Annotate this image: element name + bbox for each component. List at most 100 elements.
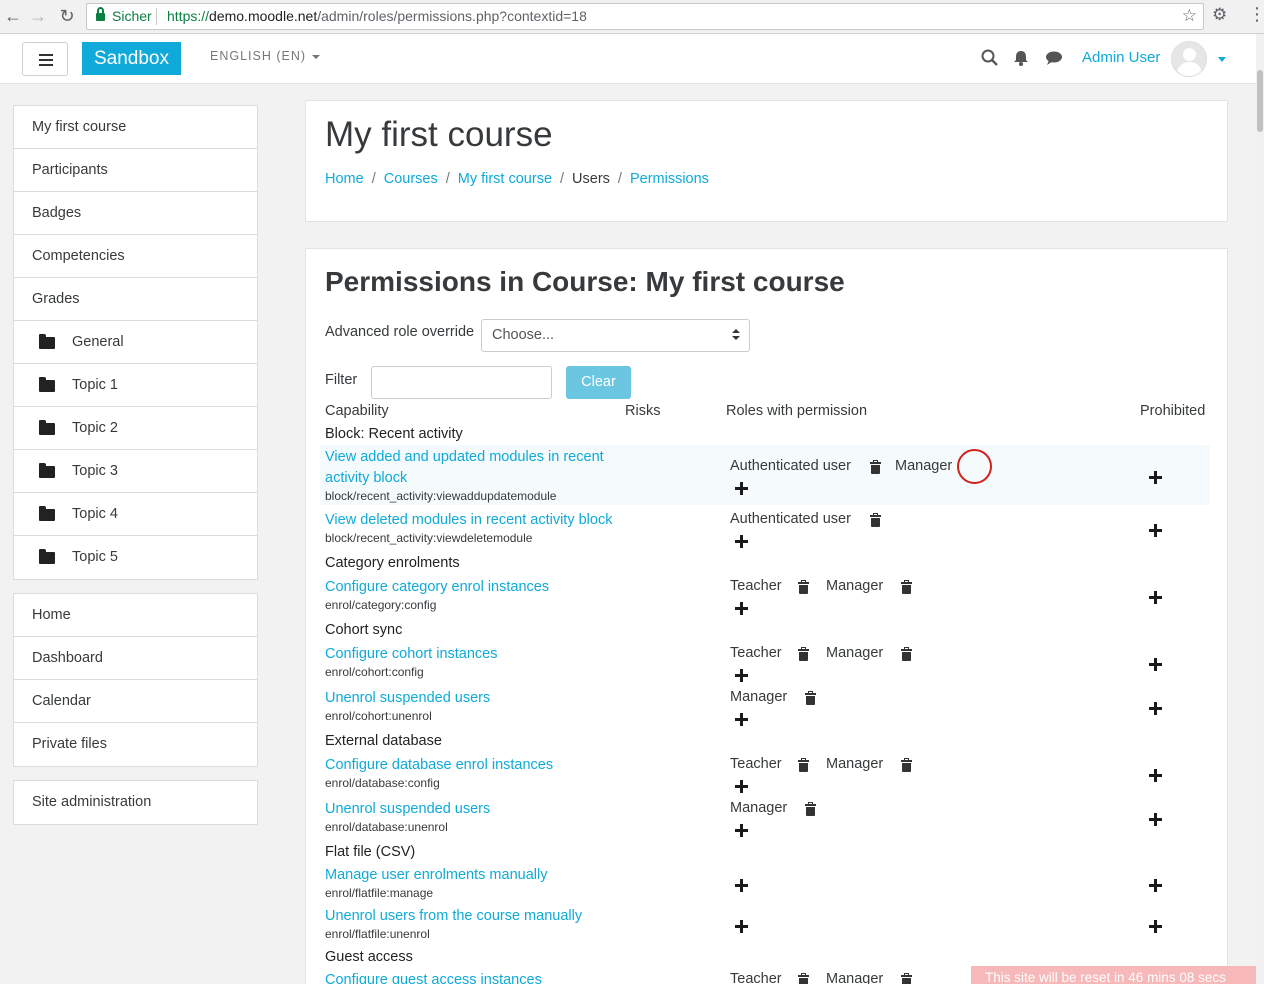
filter-input[interactable] bbox=[371, 366, 552, 399]
role-manager: Manager bbox=[730, 689, 788, 705]
drawer-item-grades[interactable]: Grades bbox=[14, 278, 257, 321]
trash-icon[interactable] bbox=[901, 580, 912, 594]
drawer-item-topic-5[interactable]: Topic 5 bbox=[14, 536, 257, 579]
drawer-item-label: Site administration bbox=[32, 794, 152, 810]
add-role-plus-icon[interactable] bbox=[735, 879, 748, 892]
drawer-item-calendar[interactable]: Calendar bbox=[14, 680, 257, 723]
trash-icon[interactable] bbox=[798, 973, 809, 984]
add-role-plus-icon[interactable] bbox=[735, 920, 748, 933]
trash-icon[interactable] bbox=[901, 758, 912, 772]
capability-link[interactable]: Configure category enrol instances bbox=[325, 577, 549, 598]
capability-id: enrol/database:unenrol bbox=[325, 820, 448, 834]
user-menu-name[interactable]: Admin User bbox=[1082, 49, 1160, 66]
permissions-title: Permissions in Course: My first course bbox=[325, 266, 845, 297]
trash-icon[interactable] bbox=[870, 513, 881, 527]
prohibit-plus-icon[interactable] bbox=[1149, 813, 1162, 826]
back-arrow-icon[interactable]: ← bbox=[2, 5, 24, 27]
breadcrumb-courses[interactable]: Courses bbox=[384, 171, 438, 187]
prohibit-plus-icon[interactable] bbox=[1149, 591, 1162, 604]
drawer-item-topic-3[interactable]: Topic 3 bbox=[14, 450, 257, 493]
capability-link[interactable]: Configure database enrol instances bbox=[325, 755, 553, 776]
drawer-item-competencies[interactable]: Competencies bbox=[14, 235, 257, 278]
add-role-plus-icon[interactable] bbox=[735, 482, 748, 495]
drawer-item-topic-2[interactable]: Topic 2 bbox=[14, 407, 257, 450]
messages-icon[interactable] bbox=[1044, 48, 1064, 68]
trash-icon[interactable] bbox=[798, 647, 809, 661]
trash-icon[interactable] bbox=[901, 973, 912, 984]
user-caret-icon[interactable] bbox=[1218, 57, 1226, 62]
breadcrumb-home[interactable]: Home bbox=[325, 171, 364, 187]
prohibit-plus-icon[interactable] bbox=[1149, 658, 1162, 671]
address-bar[interactable]: Sicher https://demo.moodle.net/admin/rol… bbox=[86, 3, 1204, 30]
drawer-item-my-first-course[interactable]: My first course bbox=[14, 106, 257, 149]
drawer-toggle-button[interactable] bbox=[22, 42, 68, 76]
prohibit-plus-icon[interactable] bbox=[1149, 920, 1162, 933]
group-heading: Guest access bbox=[325, 949, 413, 965]
capability-link[interactable]: Unenrol suspended users bbox=[325, 799, 490, 820]
prohibit-plus-icon[interactable] bbox=[1149, 769, 1162, 782]
site-brand[interactable]: Sandbox bbox=[82, 42, 181, 75]
drawer-item-home[interactable]: Home bbox=[14, 594, 257, 637]
trash-icon[interactable] bbox=[798, 758, 809, 772]
capability-link[interactable]: View added and updated modules in recent… bbox=[325, 447, 604, 489]
add-role-plus-icon[interactable] bbox=[735, 713, 748, 726]
search-icon[interactable] bbox=[980, 48, 1000, 68]
capability-link[interactable]: Manage user enrolments manually bbox=[325, 865, 547, 886]
prohibit-plus-icon[interactable] bbox=[1149, 471, 1162, 484]
course-navigation: My first course Participants Badges Comp… bbox=[13, 105, 258, 580]
role-override-value: Choose... bbox=[492, 327, 555, 343]
capability-id: enrol/category:config bbox=[325, 598, 437, 612]
add-role-plus-icon[interactable] bbox=[735, 535, 748, 548]
add-role-plus-icon[interactable] bbox=[735, 602, 748, 615]
group-heading: Cohort sync bbox=[325, 622, 403, 638]
folder-icon bbox=[39, 420, 55, 435]
secure-label: Sicher bbox=[112, 8, 152, 24]
add-role-plus-icon[interactable] bbox=[735, 669, 748, 682]
trash-icon[interactable] bbox=[805, 802, 816, 816]
lock-icon bbox=[96, 7, 105, 22]
add-role-plus-icon[interactable] bbox=[735, 824, 748, 837]
drawer-item-private-files[interactable]: Private files bbox=[14, 723, 257, 766]
group-heading: Flat file (CSV) bbox=[325, 844, 416, 860]
breadcrumb-course[interactable]: My first course bbox=[458, 171, 552, 187]
role-authenticated-user: Authenticated user bbox=[730, 458, 851, 474]
top-navbar: Sandbox ENGLISH (EN) Admin User bbox=[0, 34, 1256, 84]
capability-link[interactable]: Configure guest access instances bbox=[325, 970, 542, 984]
trash-icon[interactable] bbox=[805, 691, 816, 705]
prohibit-plus-icon[interactable] bbox=[1149, 524, 1162, 537]
drawer-item-label: Competencies bbox=[32, 248, 125, 264]
url-text[interactable]: https://demo.moodle.net/admin/roles/perm… bbox=[167, 8, 587, 24]
prohibit-plus-icon[interactable] bbox=[1149, 879, 1162, 892]
trash-icon[interactable] bbox=[870, 460, 881, 474]
role-override-select[interactable]: Choose... bbox=[481, 319, 750, 352]
capability-link[interactable]: Configure cohort instances bbox=[325, 644, 498, 665]
drawer-item-topic-1[interactable]: Topic 1 bbox=[14, 364, 257, 407]
drawer-item-badges[interactable]: Badges bbox=[14, 192, 257, 235]
trash-icon[interactable] bbox=[798, 580, 809, 594]
page-scrollbar[interactable] bbox=[1256, 34, 1264, 984]
drawer-item-topic-4[interactable]: Topic 4 bbox=[14, 493, 257, 536]
forward-arrow-icon[interactable]: → bbox=[27, 5, 49, 27]
drawer-item-participants[interactable]: Participants bbox=[14, 149, 257, 192]
prohibit-plus-icon[interactable] bbox=[1149, 702, 1162, 715]
bookmark-star-icon[interactable]: ☆ bbox=[1182, 6, 1197, 26]
breadcrumb-permissions[interactable]: Permissions bbox=[630, 171, 709, 187]
folder-icon bbox=[39, 549, 55, 564]
add-role-plus-icon[interactable] bbox=[735, 780, 748, 793]
reload-icon[interactable]: ↻ bbox=[56, 5, 78, 27]
trash-icon[interactable] bbox=[901, 647, 912, 661]
drawer-item-site-administration[interactable]: Site administration bbox=[14, 781, 257, 824]
language-menu[interactable]: ENGLISH (EN) bbox=[210, 49, 321, 63]
capability-link[interactable]: Unenrol suspended users bbox=[325, 688, 490, 709]
clear-button[interactable]: Clear bbox=[566, 366, 631, 399]
scrollbar-thumb[interactable] bbox=[1257, 70, 1263, 132]
avatar[interactable] bbox=[1171, 41, 1207, 77]
drawer-item-label: Home bbox=[32, 607, 71, 623]
drawer-item-dashboard[interactable]: Dashboard bbox=[14, 637, 257, 680]
drawer-item-general[interactable]: General bbox=[14, 321, 257, 364]
capability-link[interactable]: Unenrol users from the course manually bbox=[325, 906, 582, 927]
browser-menu-icon[interactable]: ⋮ bbox=[1248, 4, 1264, 24]
bell-icon[interactable] bbox=[1011, 48, 1031, 68]
capability-link[interactable]: View deleted modules in recent activity … bbox=[325, 510, 612, 531]
extension-gear-icon[interactable]: ⚙ bbox=[1212, 5, 1227, 25]
